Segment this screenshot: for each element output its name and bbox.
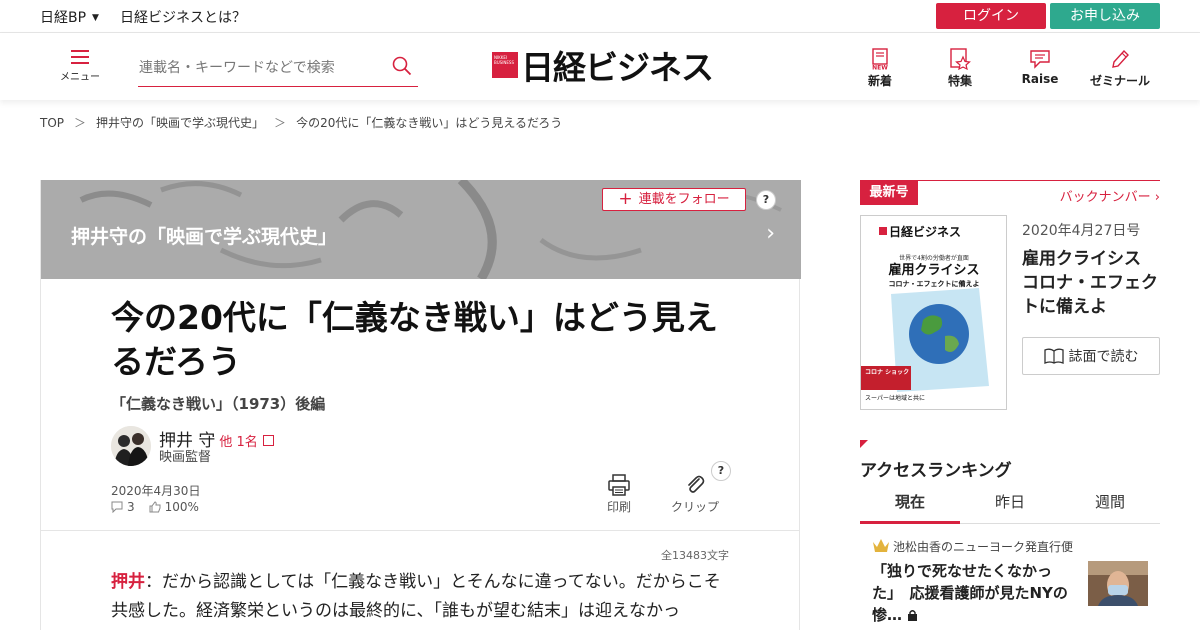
publish-date: 2020年4月30日 bbox=[111, 484, 201, 498]
nav-raise[interactable]: Raise bbox=[1005, 48, 1075, 86]
breadcrumb-separator: ＞ bbox=[74, 116, 87, 130]
svg-text:NEW: NEW bbox=[872, 65, 888, 71]
clip-help-icon[interactable]: ? bbox=[711, 461, 731, 481]
breadcrumb: TOP ＞ 押井守の「映画で学ぶ現代史」 ＞ 今の20代に「仁義なき戦い」はどう見えるだ… bbox=[40, 114, 562, 131]
divider bbox=[41, 530, 799, 531]
body-paragraph: ：だから認識としては「仁義なき戦い」とそんなに違ってない。だからこそ共感した。経… bbox=[111, 572, 721, 621]
chevron-right-icon: › bbox=[766, 221, 775, 246]
ranking-tab-now[interactable]: 現在 bbox=[860, 488, 960, 524]
cover-kicker: 世界で4割の労働者が直面 bbox=[899, 254, 969, 262]
breadcrumb-separator: ＞ bbox=[274, 116, 287, 130]
printer-icon bbox=[608, 474, 630, 496]
open-book-icon bbox=[1043, 348, 1064, 364]
logo-text: 日経ビジネス bbox=[521, 48, 714, 87]
ranking-thumbnail-photo bbox=[1088, 561, 1148, 606]
magazine-cover[interactable]: 日経ビジネス 世界で4割の労働者が直面 雇用クライシス コロナ・エフェクトに備え… bbox=[860, 215, 1007, 410]
site-header: メニュー 連載名・キーワードなどで検索 NIKKEI BUSINESS 日経ビジネ… bbox=[0, 33, 1200, 100]
word-count: 全13483文字 bbox=[661, 549, 729, 562]
series-title: 押井守の「映画で学ぶ現代史」 bbox=[71, 226, 338, 248]
author-others-link[interactable]: 他 1名 bbox=[219, 435, 257, 450]
search-icon[interactable] bbox=[392, 56, 412, 76]
search-box[interactable]: 連載名・キーワードなどで検索 bbox=[138, 45, 418, 87]
top-bar: 日経BP ▼ 日経ビジネスとは？ ログイン お申し込み bbox=[0, 0, 1200, 33]
nav-seminar[interactable]: ゼミナール bbox=[1085, 48, 1155, 89]
external-popup-icon[interactable] bbox=[262, 435, 274, 446]
follow-help-icon[interactable]: ? bbox=[756, 190, 776, 210]
paperclip-icon bbox=[688, 475, 705, 493]
ranking-item-title[interactable]: 「独りで死なせたくなかった」 応援看護師が見たNYの惨… bbox=[872, 560, 1072, 626]
follow-series-button[interactable]: + 連載をフォロー bbox=[602, 188, 746, 211]
back-numbers-label: バックナンバー bbox=[1059, 190, 1151, 205]
clip-label: クリップ bbox=[671, 500, 720, 514]
nav-raise-label: Raise bbox=[1021, 72, 1059, 86]
cover-bottom: スーパーは地域と共に bbox=[865, 394, 925, 402]
site-logo[interactable]: NIKKEI BUSINESS 日経ビジネス bbox=[492, 47, 714, 87]
ranking-item-text: 「独りで死なせたくなかった」 応援看護師が見たNYの惨… bbox=[872, 562, 1068, 624]
logo-mark: NIKKEI BUSINESS bbox=[492, 52, 518, 78]
cover-subtitle: コロナ・エフェクトに備えよ bbox=[889, 279, 980, 288]
menu-button[interactable]: メニュー bbox=[60, 49, 100, 89]
follow-label: 連載をフォロー bbox=[638, 192, 730, 207]
nikkei-bp-label: 日経BP bbox=[40, 10, 87, 26]
raise-chat-icon bbox=[1030, 50, 1050, 69]
cover-logo: 日経ビジネス bbox=[889, 224, 961, 239]
back-numbers-link[interactable]: バックナンバー › bbox=[1060, 186, 1160, 205]
nav-new-label: 新着 bbox=[867, 74, 892, 88]
cover-title: 雇用クライシス bbox=[888, 262, 979, 278]
ranking-item-thumbnail[interactable] bbox=[1088, 561, 1148, 606]
print-label: 印刷 bbox=[607, 500, 632, 514]
article-headline: 今の20代に「仁義なき戦い」はどう見えるだろう bbox=[111, 298, 718, 381]
thumbs-up-icon bbox=[149, 501, 161, 513]
author-role: 映画監督 bbox=[159, 450, 212, 465]
nav-feature[interactable]: 特集 bbox=[925, 48, 995, 89]
comment-count[interactable]: 3 bbox=[127, 500, 135, 514]
nav-new[interactable]: NEW 新着 bbox=[845, 48, 915, 89]
plus-icon: + bbox=[618, 189, 633, 209]
read-issue-button[interactable]: 誌面で読む bbox=[1022, 337, 1160, 375]
speaker-name: 押井 bbox=[111, 572, 145, 592]
latest-issue-tag: 最新号 bbox=[860, 181, 918, 205]
hamburger-icon bbox=[71, 50, 89, 64]
breadcrumb-series[interactable]: 押井守の「映画で学ぶ現代史」 bbox=[96, 116, 264, 130]
about-link[interactable]: 日経ビジネスとは？ bbox=[120, 7, 246, 27]
article-body: 押井：だから認識としては「仁義なき戦い」とそんなに違ってない。だからこそ共感した… bbox=[111, 568, 731, 626]
comment-icon bbox=[111, 501, 123, 513]
menu-label: メニュー bbox=[60, 72, 100, 83]
chevron-down-icon: ▼ bbox=[92, 13, 99, 23]
new-doc-icon: NEW bbox=[872, 48, 888, 71]
latest-issue-header: 最新号 バックナンバー › bbox=[860, 180, 1160, 205]
author-avatar[interactable] bbox=[111, 426, 151, 466]
ranking-series-name[interactable]: 池松由香のニューヨーク発直行便 bbox=[893, 538, 1073, 555]
breadcrumb-top[interactable]: TOP bbox=[40, 116, 64, 130]
magazine-cover-art: 日経ビジネス 世界で4割の労働者が直面 雇用クライシス コロナ・エフェクトに備え… bbox=[861, 216, 1006, 409]
ranking-tabs: 現在 昨日 週間 bbox=[860, 488, 1160, 524]
article-card: 押井守の「映画で学ぶ現代史」 › + 連載をフォロー ? 今の20代に「仁義なき戦… bbox=[40, 180, 801, 630]
search-placeholder: 連載名・キーワードなどで検索 bbox=[139, 60, 335, 76]
ranking-corner-mark bbox=[860, 440, 868, 448]
pen-icon bbox=[1112, 49, 1129, 68]
issue-date: 2020年4月27日号 bbox=[1022, 223, 1141, 239]
crown-icon bbox=[873, 539, 889, 552]
article-stats: 3 100% bbox=[111, 500, 199, 514]
read-issue-label: 誌面で読む bbox=[1068, 349, 1139, 365]
nav-seminar-label: ゼミナール bbox=[1089, 74, 1150, 88]
ranking-tab-yesterday[interactable]: 昨日 bbox=[960, 488, 1060, 523]
lock-icon bbox=[908, 610, 918, 621]
chevron-right-icon: › bbox=[1154, 190, 1160, 205]
nav-feature-label: 特集 bbox=[947, 74, 972, 88]
apply-button[interactable]: お申し込み bbox=[1050, 3, 1160, 29]
ranking-title: アクセスランキング bbox=[860, 461, 1012, 481]
ranking-tab-weekly[interactable]: 週間 bbox=[1060, 488, 1160, 523]
article-subtitle: 「仁義なき戦い」（1973）後編 bbox=[111, 395, 326, 413]
like-ratio[interactable]: 100% bbox=[165, 500, 199, 514]
print-button[interactable]: 印刷 bbox=[607, 474, 631, 515]
login-button[interactable]: ログイン bbox=[936, 3, 1046, 29]
breadcrumb-current: 今の20代に「仁義なき戦い」はどう見えるだろう bbox=[296, 116, 563, 130]
feature-star-icon bbox=[950, 48, 971, 70]
issue-title[interactable]: 雇用クライシス コロナ・エフェクトに備えよ bbox=[1022, 247, 1162, 319]
nikkei-bp-menu[interactable]: 日経BP ▼ bbox=[40, 7, 99, 27]
author-photo bbox=[111, 426, 151, 466]
cover-badge: コロナ ショック bbox=[865, 368, 909, 376]
clip-button[interactable]: クリップ bbox=[671, 474, 719, 515]
